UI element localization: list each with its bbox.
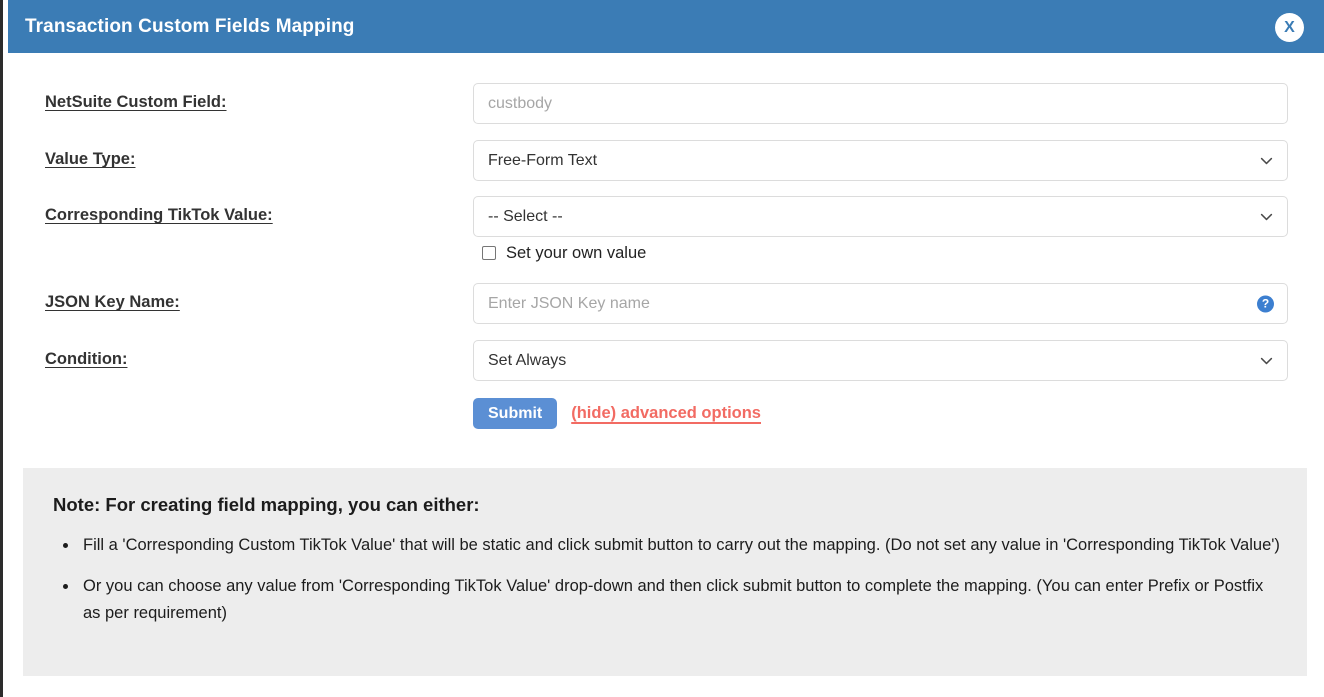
- netsuite-custom-field-placeholder: custbody: [488, 96, 552, 112]
- value-type-selected-value: Free-Form Text: [488, 153, 597, 169]
- close-icon-label: X: [1284, 20, 1295, 36]
- note-panel: Note: For creating field mapping, you ca…: [23, 468, 1307, 676]
- corresponding-tiktok-value-selected-value: -- Select --: [488, 209, 563, 225]
- modal-header: Transaction Custom Fields Mapping X: [8, 0, 1324, 53]
- transaction-custom-fields-mapping-modal: Transaction Custom Fields Mapping X NetS…: [0, 0, 1324, 697]
- value-type-select[interactable]: Free-Form Text: [473, 140, 1288, 181]
- chevron-down-icon: [1260, 210, 1273, 223]
- json-key-name-input[interactable]: Enter JSON Key name ?: [473, 283, 1288, 324]
- set-own-value-checkbox[interactable]: [482, 246, 496, 260]
- list-item: Fill a 'Corresponding Custom TikTok Valu…: [79, 532, 1281, 559]
- corresponding-tiktok-value-select[interactable]: -- Select --: [473, 196, 1288, 237]
- toggle-advanced-options-link[interactable]: (hide) advanced options: [571, 404, 761, 423]
- label-condition: Condition:: [45, 350, 127, 369]
- label-netsuite-custom-field: NetSuite Custom Field:: [45, 93, 227, 112]
- netsuite-custom-field-input[interactable]: custbody: [473, 83, 1288, 124]
- note-bullet-list: Fill a 'Corresponding Custom TikTok Valu…: [53, 532, 1281, 626]
- form-actions: Submit (hide) advanced options: [473, 398, 761, 429]
- set-own-value-row[interactable]: Set your own value: [482, 245, 646, 262]
- label-value-type: Value Type:: [45, 150, 135, 169]
- set-own-value-label: Set your own value: [506, 245, 646, 262]
- label-corresponding-tiktok-value: Corresponding TikTok Value:: [45, 206, 273, 225]
- chevron-down-icon: [1260, 354, 1273, 367]
- json-key-name-placeholder: Enter JSON Key name: [488, 296, 650, 312]
- condition-select[interactable]: Set Always: [473, 340, 1288, 381]
- label-json-key-name: JSON Key Name:: [45, 293, 180, 312]
- note-title: Note: For creating field mapping, you ca…: [53, 494, 1281, 516]
- page-title: Transaction Custom Fields Mapping: [25, 17, 355, 36]
- list-item: Or you can choose any value from 'Corres…: [79, 573, 1281, 626]
- submit-button[interactable]: Submit: [473, 398, 557, 429]
- chevron-down-icon: [1260, 154, 1273, 167]
- close-icon[interactable]: X: [1275, 13, 1304, 42]
- condition-selected-value: Set Always: [488, 353, 566, 369]
- help-icon[interactable]: ?: [1257, 295, 1274, 312]
